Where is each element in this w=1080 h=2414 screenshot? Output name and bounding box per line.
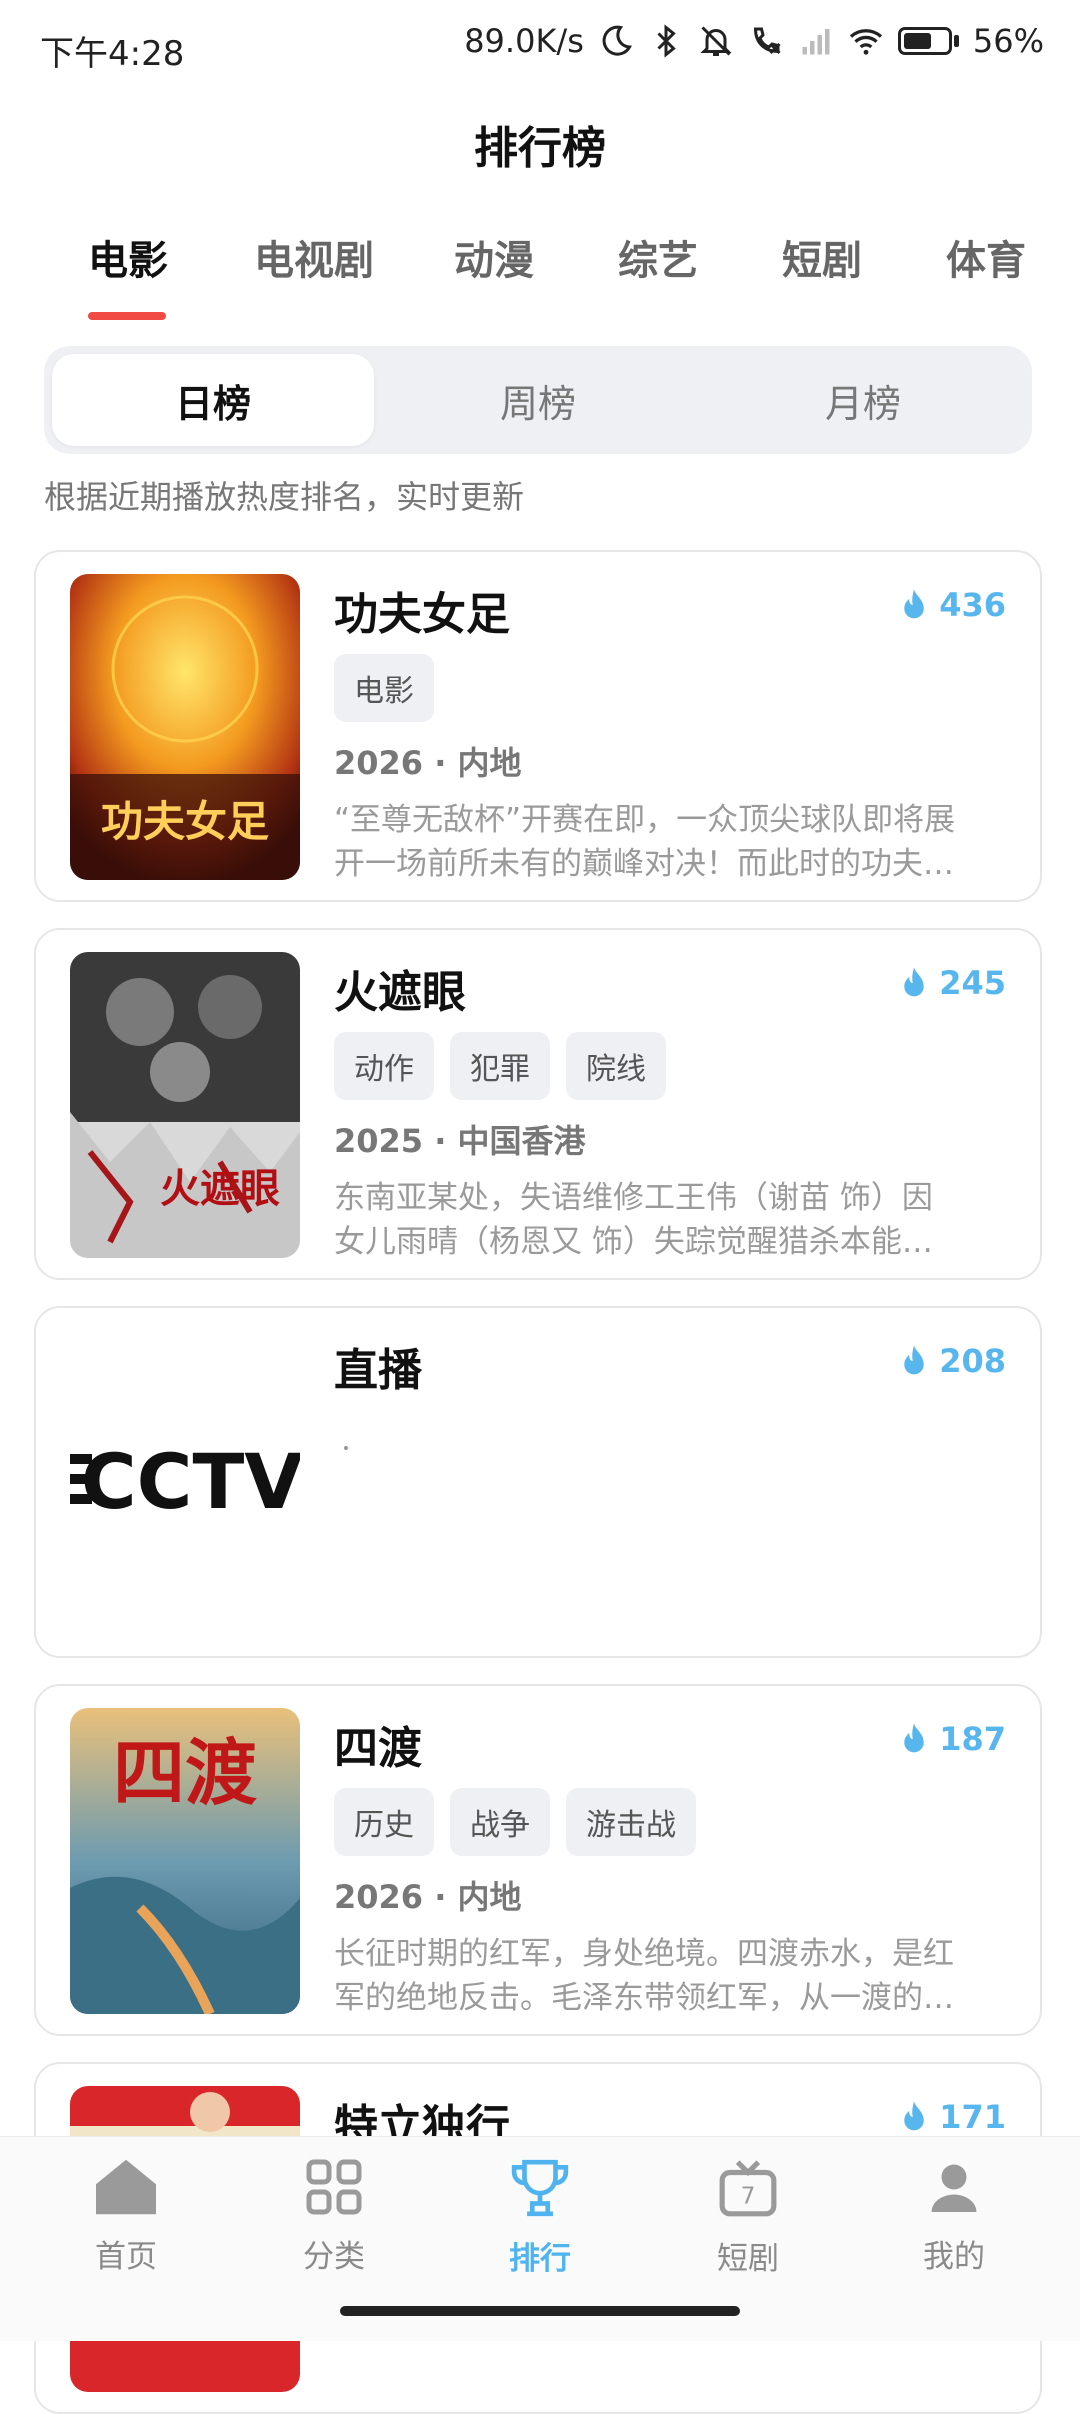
status-time: 下午4:28 bbox=[40, 34, 185, 74]
trophy-icon bbox=[511, 2159, 569, 2217]
status-icons: 89.0K/s 56% bbox=[464, 22, 1044, 60]
tab-tv-series[interactable]: 电视剧 bbox=[254, 228, 374, 286]
bluetooth-icon bbox=[657, 24, 676, 58]
signal-icon bbox=[802, 29, 830, 55]
svg-text:功夫女足: 功夫女足 bbox=[101, 797, 269, 846]
hot-score: 245 bbox=[899, 964, 1006, 1002]
card-title: 火遮眼 bbox=[334, 967, 466, 1018]
battery-percent: 56% bbox=[972, 22, 1044, 60]
fire-icon bbox=[904, 1345, 924, 1375]
card-title: 功夫女足 bbox=[334, 589, 510, 640]
svg-text:火遮眼: 火遮眼 bbox=[160, 1166, 280, 1212]
poster-image[interactable]: CCTV bbox=[70, 1330, 300, 1636]
call-off-icon bbox=[753, 27, 781, 55]
fire-icon bbox=[904, 1723, 924, 1753]
home-indicator[interactable] bbox=[340, 2306, 740, 2316]
moon-icon bbox=[602, 25, 632, 56]
genre-tag: 犯罪 bbox=[450, 1032, 550, 1100]
poster-image[interactable]: 火遮眼 bbox=[70, 952, 300, 1258]
genre-tag: 电影 bbox=[334, 654, 434, 722]
fire-icon bbox=[904, 589, 924, 619]
battery-icon bbox=[897, 27, 959, 55]
nav-profile[interactable]: 我的 bbox=[874, 2157, 1034, 2276]
bell-off-icon bbox=[700, 26, 732, 56]
tab-weekly[interactable]: 周榜 bbox=[377, 354, 699, 446]
grid-icon bbox=[306, 2159, 362, 2215]
svg-text:四渡: 四渡 bbox=[113, 1731, 257, 1815]
placeholder-dot bbox=[344, 1446, 348, 1450]
home-icon bbox=[96, 2159, 156, 2215]
hot-score: 436 bbox=[899, 586, 1006, 624]
hot-score: 187 bbox=[899, 1720, 1006, 1758]
description: “至尊无敌杯”开赛在即，一众顶尖球队即将展 开一场前所未有的巅峰对决！而此时的功… bbox=[334, 802, 956, 882]
poster-image[interactable]: 功夫女足 bbox=[70, 574, 300, 880]
nav-home[interactable]: 首页 bbox=[46, 2157, 206, 2276]
ranking-subtitle: 根据近期播放热度排名，实时更新 bbox=[44, 478, 525, 516]
category-tabs: 电影 电视剧 动漫 综艺 短剧 体育 bbox=[0, 228, 1080, 318]
nav-ranking[interactable]: 排行 bbox=[460, 2157, 620, 2278]
fire-icon bbox=[904, 967, 924, 997]
tv-icon: 7 bbox=[719, 2160, 777, 2217]
hot-score: 208 bbox=[899, 1342, 1006, 1380]
tab-daily[interactable]: 日榜 bbox=[52, 354, 374, 446]
card-title: 直播 bbox=[334, 1345, 422, 1396]
year-region: 2026 · 内地 bbox=[334, 744, 522, 782]
tag-list: 电影 bbox=[334, 654, 434, 722]
tab-monthly[interactable]: 月榜 bbox=[702, 354, 1024, 446]
genre-tag: 动作 bbox=[334, 1032, 434, 1100]
year-region: 2026 · 内地 bbox=[334, 1878, 522, 1916]
ranking-card[interactable]: 功夫女足 功夫女足 436 电影 2026 · 内地 “至尊无敌杯”开赛在即，一… bbox=[34, 550, 1042, 902]
tab-sports[interactable]: 体育 bbox=[946, 228, 1026, 286]
status-bar: 下午4:28 89.0K/s 56% bbox=[0, 0, 1080, 96]
description: 东南亚某处，失语维修工王伟（谢苗 饰）因 女儿雨晴（杨恩又 饰）失踪觉醒猎杀本能… bbox=[334, 1180, 933, 1260]
genre-tag: 院线 bbox=[566, 1032, 666, 1100]
genre-tag: 战争 bbox=[450, 1788, 550, 1856]
tab-short-drama[interactable]: 短剧 bbox=[782, 228, 862, 286]
genre-tag: 游击战 bbox=[566, 1788, 696, 1856]
user-icon bbox=[931, 2164, 977, 2212]
nav-category[interactable]: 分类 bbox=[254, 2157, 414, 2276]
ranking-card[interactable]: CCTV 直播 208 bbox=[34, 1306, 1042, 1658]
year-region: 2025 · 中国香港 bbox=[334, 1122, 586, 1160]
nav-short-drama[interactable]: 7 短剧 bbox=[668, 2157, 828, 2278]
period-segment: 日榜 周榜 月榜 bbox=[44, 346, 1032, 454]
svg-text:CCTV: CCTV bbox=[81, 1437, 300, 1526]
hot-score: 171 bbox=[899, 2098, 1006, 2136]
tab-variety[interactable]: 综艺 bbox=[618, 228, 698, 286]
tab-movie[interactable]: 电影 bbox=[88, 228, 168, 286]
net-speed: 89.0K/s bbox=[464, 22, 584, 60]
page-title: 排行榜 bbox=[474, 123, 606, 174]
tag-list: 历史 战争 游击战 bbox=[334, 1788, 696, 1856]
active-tab-indicator bbox=[88, 312, 166, 320]
description: 长征时期的红军，身处绝境。四渡赤水，是红 军的绝地反击。毛泽东带领红军，从一渡的… bbox=[334, 1936, 954, 2016]
tag-list: 动作 犯罪 院线 bbox=[334, 1032, 666, 1100]
svg-text:7: 7 bbox=[741, 2183, 756, 2210]
tab-anime[interactable]: 动漫 bbox=[454, 228, 534, 286]
ranking-card[interactable]: 四渡 四渡 187 历史 战争 游击战 2026 · 内地 长征时期的红军，身处… bbox=[34, 1684, 1042, 2036]
genre-tag: 历史 bbox=[334, 1788, 434, 1856]
card-title: 四渡 bbox=[334, 1723, 422, 1774]
poster-image[interactable]: 四渡 bbox=[70, 1708, 300, 2014]
ranking-card[interactable]: 火遮眼 火遮眼 245 动作 犯罪 院线 2025 · 中国香港 东南亚某处，失… bbox=[34, 928, 1042, 1280]
fire-icon bbox=[904, 2101, 924, 2131]
wifi-icon bbox=[849, 29, 882, 55]
